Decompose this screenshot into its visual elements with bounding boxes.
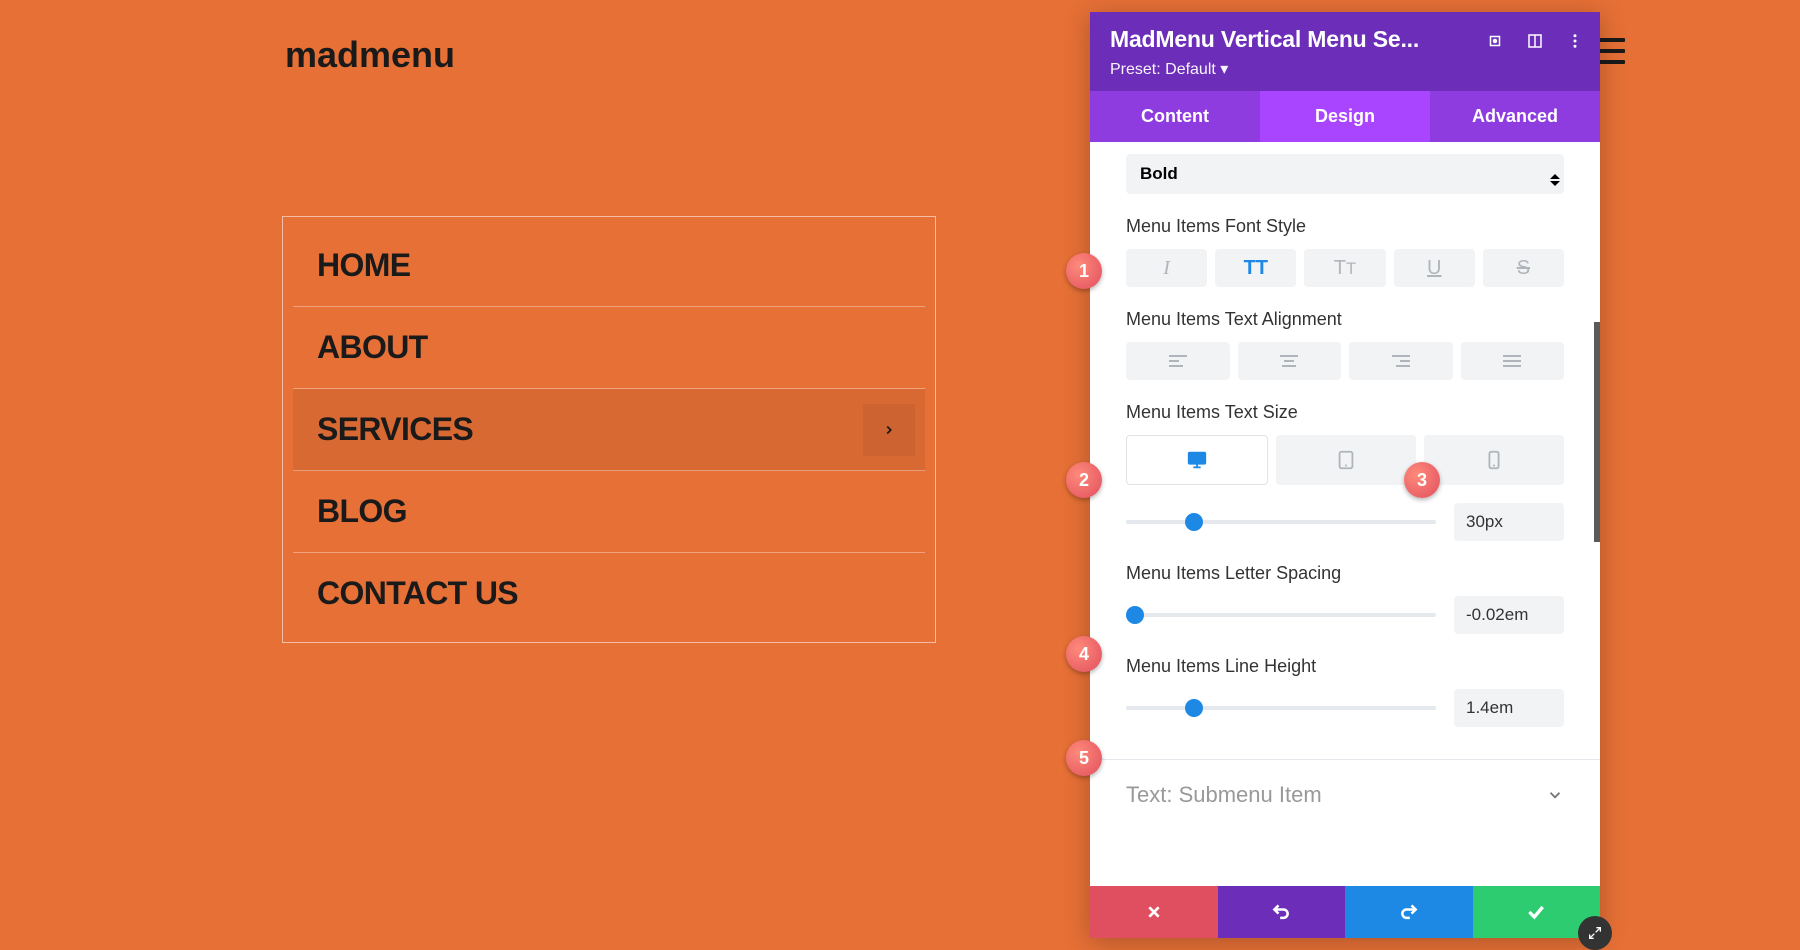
phone-icon — [1483, 449, 1505, 471]
slider-thumb[interactable] — [1185, 699, 1203, 717]
chevron-right-icon — [882, 423, 896, 437]
submenu-item-text-section[interactable]: Text: Submenu Item — [1090, 759, 1600, 830]
chevron-down-icon — [1546, 786, 1564, 804]
settings-panel: MadMenu Vertical Menu Se... Preset: Defa… — [1090, 12, 1600, 938]
menu-item-blog[interactable]: BLOG — [293, 471, 925, 553]
line-height-label: Menu Items Line Height — [1126, 656, 1564, 677]
menu-item-label: SERVICES — [317, 411, 473, 447]
letter-spacing-slider[interactable] — [1126, 613, 1436, 617]
marker-1: 1 — [1066, 253, 1102, 289]
expand-icon[interactable] — [1486, 32, 1504, 55]
tab-design[interactable]: Design — [1260, 91, 1430, 142]
menu-item-contact[interactable]: CONTACT US — [293, 553, 925, 634]
tab-advanced[interactable]: Advanced — [1430, 91, 1600, 142]
resize-handle[interactable] — [1578, 916, 1612, 950]
menu-item-home[interactable]: HOME — [293, 225, 925, 307]
align-center-button[interactable] — [1238, 342, 1342, 380]
check-icon — [1526, 902, 1546, 922]
panel-title: MadMenu Vertical Menu Se... — [1110, 26, 1470, 53]
marker-3: 3 — [1404, 462, 1440, 498]
text-size-slider[interactable] — [1126, 520, 1436, 524]
tablet-icon — [1335, 449, 1357, 471]
logo: madmenu — [285, 34, 455, 76]
alignment-label: Menu Items Text Alignment — [1126, 309, 1564, 330]
vertical-menu: HOME ABOUT SERVICES BLOG CONTACT US — [282, 216, 936, 643]
line-height-slider[interactable] — [1126, 706, 1436, 710]
preset-selector[interactable]: Preset: Default ▾ — [1110, 59, 1580, 79]
font-weight-select[interactable]: Bold — [1126, 154, 1564, 194]
align-left-icon — [1169, 354, 1187, 368]
desktop-icon — [1186, 449, 1208, 471]
columns-icon[interactable] — [1526, 32, 1544, 55]
redo-button[interactable] — [1345, 886, 1473, 938]
strikethrough-button[interactable]: S — [1483, 249, 1564, 287]
undo-icon — [1271, 902, 1291, 922]
underline-button[interactable]: U — [1394, 249, 1475, 287]
marker-2: 2 — [1066, 462, 1102, 498]
cancel-button[interactable] — [1090, 886, 1218, 938]
tab-bar: Content Design Advanced — [1090, 91, 1600, 142]
panel-header: MadMenu Vertical Menu Se... Preset: Defa… — [1090, 12, 1600, 91]
close-icon — [1146, 904, 1162, 920]
align-left-button[interactable] — [1126, 342, 1230, 380]
tab-content[interactable]: Content — [1090, 91, 1260, 142]
menu-item-about[interactable]: ABOUT — [293, 307, 925, 389]
resize-icon — [1587, 925, 1603, 941]
undo-button[interactable] — [1218, 886, 1346, 938]
text-size-label: Menu Items Text Size — [1126, 402, 1564, 423]
font-style-label: Menu Items Font Style — [1126, 216, 1564, 237]
align-right-icon — [1392, 354, 1410, 368]
uppercase-button[interactable]: TT — [1215, 249, 1296, 287]
slider-thumb[interactable] — [1185, 513, 1203, 531]
menu-item-services[interactable]: SERVICES — [293, 389, 925, 471]
slider-thumb[interactable] — [1126, 606, 1144, 624]
align-justify-button[interactable] — [1461, 342, 1565, 380]
desktop-device-button[interactable] — [1126, 435, 1268, 485]
submenu-toggle[interactable] — [863, 404, 915, 456]
menu-dots-icon[interactable] — [1566, 32, 1584, 55]
phone-device-button[interactable] — [1424, 435, 1564, 485]
line-height-value-input[interactable]: 1.4em — [1454, 689, 1564, 727]
align-justify-icon — [1503, 354, 1521, 368]
text-size-value-input[interactable]: 30px — [1454, 503, 1564, 541]
smallcaps-button[interactable]: TT — [1304, 249, 1385, 287]
italic-button[interactable]: I — [1126, 249, 1207, 287]
letter-spacing-label: Menu Items Letter Spacing — [1126, 563, 1564, 584]
collapsed-section-label: Text: Submenu Item — [1126, 782, 1322, 808]
marker-4: 4 — [1066, 636, 1102, 672]
align-right-button[interactable] — [1349, 342, 1453, 380]
align-center-icon — [1280, 354, 1298, 368]
marker-5: 5 — [1066, 740, 1102, 776]
redo-icon — [1399, 902, 1419, 922]
tablet-device-button[interactable] — [1276, 435, 1416, 485]
panel-footer — [1090, 886, 1600, 938]
panel-body: Bold Menu Items Font Style I TT TT U S M… — [1090, 142, 1600, 886]
letter-spacing-value-input[interactable]: -0.02em — [1454, 596, 1564, 634]
font-weight-value: Bold — [1140, 164, 1178, 184]
